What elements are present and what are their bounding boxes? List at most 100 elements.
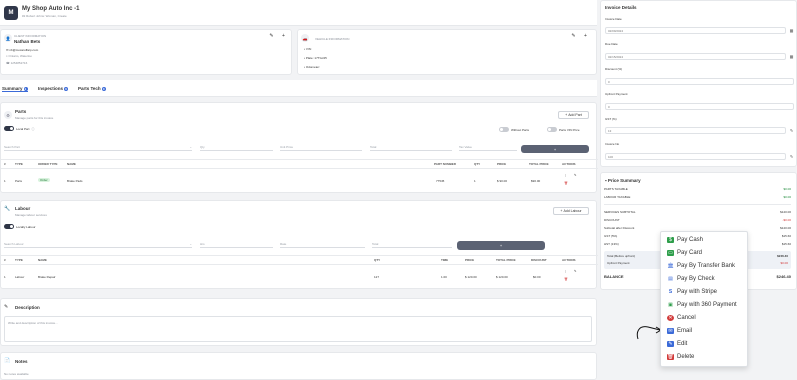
add-vehicle-icon[interactable]: +	[582, 33, 589, 40]
add-client-icon[interactable]: +	[280, 33, 287, 40]
description-textarea[interactable]: Write and description of this invoice...	[4, 316, 592, 342]
vehicle-odometer: • Odometer:	[304, 65, 321, 69]
client-phone: ☎ 1254852716	[6, 61, 28, 65]
client-info-card: 👤 CLIENT INFORMATION Nathan Bets ✉ nb@mo…	[0, 29, 292, 75]
wrench-icon: 🔧	[4, 206, 11, 212]
tab-summary[interactable]: Summary 1	[2, 86, 28, 92]
edit-icon[interactable]: ✎	[789, 154, 794, 159]
check-icon: ▤	[668, 275, 673, 282]
col-order-type: ORDER TYPE	[38, 162, 58, 166]
without-parts-toggle[interactable]: Without Parts	[499, 127, 529, 132]
gst-input[interactable]: 13	[605, 127, 786, 134]
col-actions: ACTIONS	[562, 162, 576, 166]
actions-dropdown-menu: $ Pay Cash ▭ Pay Card 🏛 Pay By Transfer Ban…	[660, 231, 748, 367]
summary-value: $15.60	[781, 242, 791, 246]
search-part-input[interactable]: Search Part ⌄	[4, 144, 192, 151]
part-unit-price-input[interactable]: Unit Price	[280, 144, 362, 151]
menu-item-email[interactable]: ✉ Email	[661, 324, 749, 337]
parts-title: Parts	[15, 109, 27, 114]
menu-item-pay-card[interactable]: ▭ Pay Card	[661, 246, 749, 259]
email-icon: ✉	[667, 327, 674, 334]
summary-row: PARTS TAXABLE $0.00	[604, 187, 791, 191]
tab-parts-tech[interactable]: Parts Tech 0	[78, 86, 106, 91]
add-part-button[interactable]: + Add Part	[558, 111, 589, 119]
tabs-bar: Summary 1 Inspections 0 Parts Tech 0	[0, 80, 597, 97]
parts-vin-toggle[interactable]: Parts VIN Price	[547, 127, 580, 132]
delete-icon: 🗑	[667, 353, 674, 360]
tab-count-badge: 0	[64, 86, 69, 91]
row-delete-icon[interactable]: 🗑	[564, 277, 568, 281]
bank-icon: 🏛	[667, 262, 674, 269]
row-menu-icon[interactable]: ⋮	[564, 269, 567, 273]
col-qty: QTY	[474, 162, 481, 166]
summary-row: DISCOUNT -$0.00	[604, 218, 791, 222]
col-number: #	[4, 162, 6, 166]
vehicle-section-label: VEHICLE INFORMATION	[315, 37, 350, 41]
labour-hrs-input[interactable]: Hrs	[200, 241, 273, 248]
add-part-row-button[interactable]: +	[521, 145, 589, 153]
row-delete-icon[interactable]: 🗑	[564, 181, 568, 185]
part-qty-input[interactable]: Qty	[200, 144, 273, 151]
labour-total-input[interactable]: Total	[372, 241, 452, 248]
notes-card: 📄 Notes No notes available	[0, 352, 597, 380]
edit-vehicle-icon[interactable]: ✎	[570, 33, 577, 40]
menu-item-delete[interactable]: 🗑 Delete	[661, 350, 749, 363]
calendar-icon[interactable]: ▦	[789, 54, 794, 59]
part-total-input[interactable]: Total	[370, 144, 452, 151]
notes-icon: 📄	[4, 358, 11, 364]
shop-logo: M	[4, 6, 18, 20]
menu-item-pay-check[interactable]: ▤ Pay By Check	[661, 272, 749, 285]
col-type: TYPE	[15, 258, 23, 262]
discount-input[interactable]: 0	[605, 78, 794, 85]
description-card: ✎ Description Write and description of t…	[0, 298, 597, 346]
vehicle-info-card: 🚗 VEHICLE INFORMATION • VIN: • Plate: 17…	[297, 29, 597, 75]
summary-value: $15.60	[781, 234, 791, 238]
invoice-details-card: Invoice Details Invoice Date 02/09/2024 …	[600, 0, 797, 167]
add-labour-row-button[interactable]: +	[457, 241, 545, 250]
menu-item-cancel[interactable]: ✕ Cancel	[661, 311, 749, 324]
calendar-icon[interactable]: ▦	[789, 28, 794, 33]
parts-subtitle: Manage parts for this invoice	[15, 116, 54, 120]
row-menu-icon[interactable]: ⋮	[564, 173, 567, 177]
menu-item-pay-360[interactable]: ▣ Pay with 360 Payment	[661, 298, 749, 311]
invoice-details-title: Invoice Details	[605, 5, 637, 10]
table-row: 1 Parts Order Brake Pads 77545 1 $ 90.00…	[4, 173, 577, 185]
menu-item-pay-cash[interactable]: $ Pay Cash	[661, 233, 749, 246]
upfront-input[interactable]: 0	[605, 103, 794, 110]
person-icon: 👤	[4, 34, 12, 42]
labour-rate-input[interactable]: Rate	[280, 241, 365, 248]
row-edit-icon[interactable]: ✎	[574, 173, 577, 177]
invoice-date-input[interactable]: 02/09/2024	[605, 27, 786, 34]
local-parts-toggle[interactable]: Local Part ⓘ	[4, 126, 35, 131]
order-type-badge: Order	[38, 178, 50, 182]
add-labour-button[interactable]: + Add Labour	[553, 207, 589, 215]
menu-item-edit[interactable]: ✎ Edit	[661, 337, 749, 350]
summary-row: SERVICES SUBTOTAL $120.00	[604, 210, 791, 214]
cancel-icon: ✕	[667, 314, 674, 321]
invoice-no-input[interactable]: 100	[605, 153, 786, 160]
menu-item-pay-transfer[interactable]: 🏛 Pay By Transfer Bank	[661, 259, 749, 272]
car-icon: 🚗	[301, 34, 309, 42]
page-subtitle: #2 Robert Johns: Woman, Create	[22, 14, 67, 18]
payment-icon: ▣	[668, 301, 673, 308]
part-tax-input[interactable]: Tax Value	[459, 144, 517, 151]
client-location: ⌖ Ontario, Waterloo	[6, 54, 32, 58]
row-edit-icon[interactable]: ✎	[574, 269, 577, 273]
menu-item-pay-stripe[interactable]: S Pay with Stripe	[661, 285, 749, 298]
page-title: My Shop Auto Inc -1	[22, 6, 80, 12]
edit-icon[interactable]: ✎	[789, 128, 794, 133]
search-labour-input[interactable]: Search Labour ⌄	[4, 241, 192, 248]
edit-client-icon[interactable]: ✎	[268, 33, 275, 40]
local-labour-toggle[interactable]: Locally Labour	[4, 224, 36, 229]
tab-inspections[interactable]: Inspections 0	[38, 86, 69, 91]
invoice-no-label: Invoice No	[605, 142, 620, 146]
due-date-input[interactable]: 02/15/2024	[605, 53, 786, 60]
col-total-price: TOTAL PRICE	[496, 258, 516, 262]
tab-count-badge: 0	[101, 86, 106, 91]
col-name: NAME	[67, 162, 76, 166]
summary-value: $0.00	[783, 187, 791, 191]
description-icon: ✎	[4, 304, 9, 310]
client-section-label: CLIENT INFORMATION	[14, 34, 47, 38]
vehicle-vin: • VIN:	[304, 47, 312, 51]
col-part-number: PART NUMBER	[434, 162, 456, 166]
